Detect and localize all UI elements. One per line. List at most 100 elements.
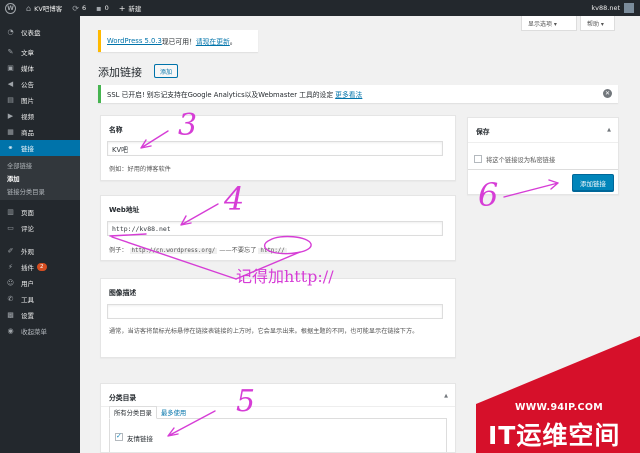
- plugin-icon: ⚡: [8, 263, 13, 271]
- sidebar-item-label: 商品: [21, 129, 34, 137]
- sidebar-item-images[interactable]: ▤ 图片: [0, 92, 80, 108]
- url-hint-example: http://cn.wordpress.org/: [129, 248, 218, 254]
- avatar: [624, 3, 634, 13]
- sidebar-item-tools[interactable]: ✆ 工具: [0, 291, 80, 307]
- sidebar-item-posts[interactable]: ✎ 文章: [0, 44, 80, 60]
- site-name: KV吧博客: [34, 5, 63, 13]
- video-icon: ▶: [7, 112, 14, 120]
- wp-logo-menu[interactable]: W: [0, 0, 21, 16]
- sidebar-item-label: 仪表盘: [21, 29, 41, 37]
- site-watermark: WWW.94IP.COM IT运维空间: [476, 336, 640, 453]
- link-description-box: 图像描述 通常，当访客将鼠标光标悬停在链接表链接的上方时，它会显示出来。根据主题…: [100, 278, 456, 358]
- annotation-number-3: 3: [178, 108, 198, 143]
- category-checkbox[interactable]: [115, 432, 123, 441]
- appearance-icon: ✐: [7, 247, 14, 255]
- add-link-submit-button[interactable]: 添加链接: [572, 174, 614, 191]
- url-hint-prefix: 例子：: [109, 247, 128, 254]
- annotation-remember-http: 记得加http://: [236, 267, 334, 286]
- sidebar-item-announcements[interactable]: ◀ 公告: [0, 76, 80, 92]
- tab-most-used[interactable]: 最多使用: [157, 406, 190, 419]
- collapse-icon: ◉: [7, 327, 14, 335]
- link-description-input[interactable]: [107, 304, 443, 319]
- add-new-button[interactable]: 添加: [154, 64, 179, 78]
- site-name-menu[interactable]: ⌂ KV吧博客: [21, 0, 67, 16]
- url-hint-code: http://: [258, 248, 287, 254]
- link-url-input[interactable]: http://kv88.net: [107, 221, 443, 236]
- divider: [468, 169, 618, 170]
- comments-count: 0: [104, 4, 109, 12]
- private-link-checkbox[interactable]: [474, 155, 482, 163]
- sidebar-item-media[interactable]: ▣ 媒体: [0, 60, 80, 76]
- admin-bar: W ⌂ KV吧博客 ⟳ 6 ▪ 0 + 新建 kv88.net: [0, 0, 640, 16]
- submenu-all-links[interactable]: 全部链接: [0, 159, 80, 172]
- product-icon: ▦: [7, 128, 14, 136]
- divider: [468, 142, 618, 143]
- collapse-menu-button[interactable]: ◉ 收起菜单: [0, 323, 80, 339]
- category-item-label: 友情链接: [127, 435, 153, 443]
- sidebar-item-label: 外观: [21, 248, 34, 256]
- annotation-number-4: 4: [224, 180, 245, 218]
- updates-icon: ⟳: [72, 3, 79, 13]
- sidebar-item-settings[interactable]: ▩ 设置: [0, 307, 80, 323]
- sidebar-item-comments[interactable]: ▭ 评论: [0, 220, 80, 236]
- sidebar-item-label: 视频: [21, 113, 34, 121]
- dashboard-icon: ◔: [7, 28, 14, 36]
- sidebar-item-label: 链接: [21, 145, 34, 153]
- link-name-input[interactable]: KV吧: [107, 141, 443, 156]
- sidebar-item-label: 评论: [21, 225, 34, 233]
- sidebar-item-users[interactable]: ☺ 用户: [0, 275, 80, 291]
- save-box-title: 保存: [476, 128, 490, 136]
- sidebar-item-dashboard[interactable]: ◔ 仪表盘: [0, 24, 80, 40]
- link-name-title: 名称: [109, 126, 123, 134]
- update-version-link[interactable]: WordPress 5.0.3: [107, 37, 162, 45]
- annotation-number-5: 5: [236, 384, 256, 419]
- page-icon: ▥: [7, 208, 14, 216]
- ssl-notice-text: SSL 已开启! 别忘记支持在Google Analytics以及Webmast…: [107, 91, 334, 99]
- annotation-number-6: 6: [478, 176, 499, 214]
- link-category-title: 分类目录: [109, 394, 137, 402]
- sidebar-item-label: 工具: [21, 296, 34, 304]
- screen-options-tab[interactable]: 显示选项 ▾: [521, 16, 577, 31]
- admin-sidebar: ◔ 仪表盘 ✎ 文章 ▣ 媒体 ◀ 公告 ▤ 图片 ▶ 视频 ▦ 商品 ⚭ 链接 全部链接 添加…: [0, 16, 80, 453]
- link-url-hint: 例子： http://cn.wordpress.org/ ——不要忘了 http…: [109, 245, 287, 254]
- sidebar-item-label: 收起菜单: [21, 328, 47, 336]
- sidebar-item-label: 页面: [21, 209, 34, 217]
- user-menu[interactable]: kv88.net: [591, 3, 640, 13]
- sidebar-item-plugins[interactable]: ⚡ 插件 2: [0, 259, 80, 275]
- sidebar-item-label: 用户: [21, 280, 34, 288]
- user-name: kv88.net: [591, 4, 620, 12]
- link-description-title: 图像描述: [109, 289, 137, 297]
- sidebar-item-label: 文章: [21, 49, 34, 57]
- sidebar-item-videos[interactable]: ▶ 视频: [0, 108, 80, 124]
- watermark-brand: IT运维空间: [488, 421, 621, 450]
- update-now-link[interactable]: 请现在更新: [196, 36, 230, 46]
- user-icon: ☺: [6, 279, 15, 287]
- sidebar-item-label: 图片: [21, 97, 34, 105]
- pin-icon: ✎: [7, 48, 14, 56]
- help-tab[interactable]: 帮助 ▾: [580, 16, 615, 31]
- ssl-more-link[interactable]: 更多看法: [335, 89, 362, 99]
- sidebar-item-products[interactable]: ▦ 商品: [0, 124, 80, 140]
- page-title: 添加链接: [98, 66, 142, 79]
- comments-menu[interactable]: ▪ 0: [91, 0, 114, 16]
- wordpress-logo-icon: W: [5, 2, 16, 14]
- dismiss-icon[interactable]: ✕: [603, 89, 612, 98]
- update-notice: WordPress 5.0.3 现已可用！ 请现在更新 。: [98, 30, 258, 52]
- updates-menu[interactable]: ⟳ 6: [67, 0, 91, 16]
- collapse-arrow-icon[interactable]: ▲: [607, 127, 611, 133]
- url-hint-dash: ——不要忘了: [219, 247, 257, 254]
- sidebar-item-label: 媒体: [21, 65, 34, 73]
- tab-all-categories[interactable]: 所有分类目录: [109, 406, 157, 419]
- comment-bubble-icon: ▪: [96, 3, 102, 13]
- new-content-menu[interactable]: + 新建: [114, 0, 147, 16]
- ssl-notice: SSL 已开启! 别忘记支持在Google Analytics以及Webmast…: [98, 85, 618, 103]
- comment-icon: ▭: [7, 224, 14, 232]
- link-description-hint: 通常，当访客将鼠标光标悬停在链接表链接的上方时，它会显示出来。根据主题的不同，也…: [109, 328, 419, 335]
- sidebar-item-appearance[interactable]: ✐ 外观: [0, 243, 80, 259]
- sidebar-item-links[interactable]: ⚭ 链接: [0, 140, 80, 156]
- submenu-link-categories[interactable]: 链接分类目录: [0, 185, 80, 198]
- sidebar-item-pages[interactable]: ▥ 页面: [0, 204, 80, 220]
- media-icon: ▣: [7, 64, 14, 72]
- submenu-add-link[interactable]: 添加: [0, 172, 80, 185]
- collapse-arrow-icon[interactable]: ▲: [444, 393, 448, 399]
